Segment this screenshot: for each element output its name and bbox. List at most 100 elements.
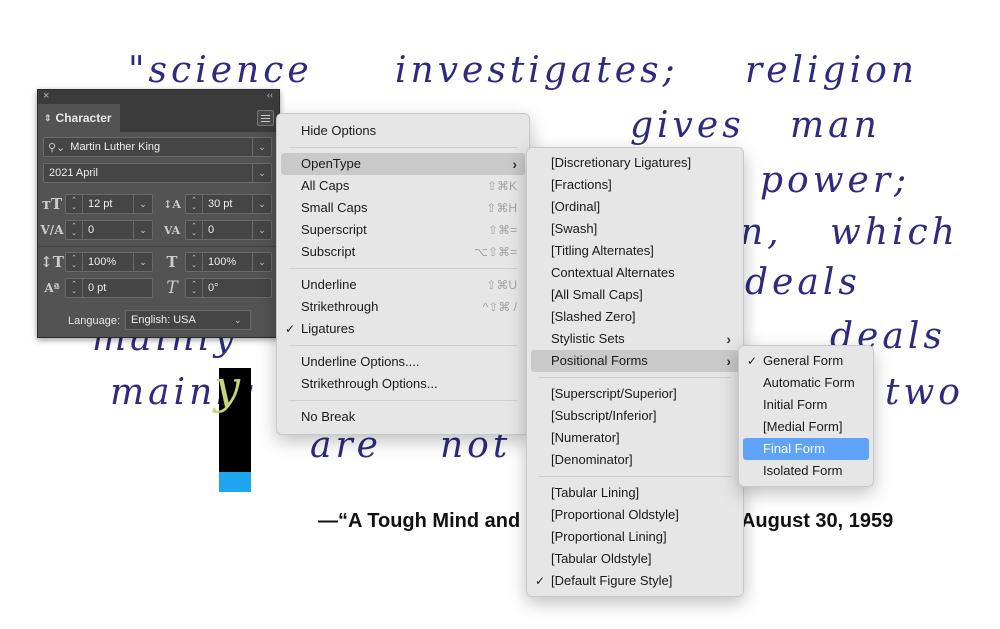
menu-item-label: Final Form bbox=[763, 441, 826, 456]
menu-item-final-form[interactable]: Final Form bbox=[743, 438, 869, 460]
menu-item-automatic-form[interactable]: Automatic Form bbox=[739, 372, 873, 394]
menu-item-strikethrough-options[interactable]: Strikethrough Options... bbox=[277, 373, 529, 395]
menu-item-ordinal[interactable]: [Ordinal] bbox=[527, 196, 743, 218]
tracking-field[interactable]: ⌃ ⌄ 0 ⌄ bbox=[185, 220, 272, 240]
menu-item-initial-form[interactable]: Initial Form bbox=[739, 394, 873, 416]
leading-field[interactable]: ⌃ ⌄ 30 pt ⌄ bbox=[185, 194, 272, 214]
updown-icon: ⇕ bbox=[44, 112, 52, 123]
kerning-field[interactable]: ⌃ ⌄ 0 ⌄ bbox=[65, 220, 153, 240]
menu-item-proportional-lining[interactable]: [Proportional Lining] bbox=[527, 526, 743, 548]
menu-item-titling-alternates[interactable]: [Titling Alternates] bbox=[527, 240, 743, 262]
menu-item-opentype[interactable]: OpenType › bbox=[281, 153, 525, 175]
stepper-icon[interactable]: ⌃ ⌄ bbox=[186, 195, 203, 213]
font-family-field[interactable]: ⚲⌄ Martin Luther King ⌄ bbox=[43, 137, 272, 157]
menu-item-proportional-oldstyle[interactable]: [Proportional Oldstyle] bbox=[527, 504, 743, 526]
divider bbox=[289, 268, 517, 269]
chevron-right-icon: › bbox=[726, 331, 731, 347]
font-size-value: 12 pt bbox=[88, 198, 113, 210]
menu-item-ligatures[interactable]: ✓ Ligatures bbox=[277, 318, 529, 340]
menu-item-small-caps[interactable]: Small Caps ⇧⌘H bbox=[277, 197, 529, 219]
menu-item-fractions[interactable]: [Fractions] bbox=[527, 174, 743, 196]
menu-item-label: Subscript bbox=[301, 244, 356, 259]
stepper-icon[interactable]: ⌃ ⌄ bbox=[66, 195, 83, 213]
menu-item-stylistic-sets[interactable]: Stylistic Sets › bbox=[527, 328, 743, 350]
chevron-down-icon[interactable]: ⌄ bbox=[252, 253, 271, 271]
menu-item-label: Superscript bbox=[301, 222, 367, 237]
menu-item-hide-options[interactable]: Hide Options bbox=[277, 120, 529, 142]
panel-titlebar: × ‹‹ bbox=[38, 90, 279, 104]
menu-item-all-caps[interactable]: All Caps ⇧⌘K bbox=[277, 175, 529, 197]
chevron-down-icon[interactable]: ⌄ bbox=[252, 221, 271, 239]
font-style-value: 2021 April bbox=[49, 167, 98, 179]
chevron-down-icon[interactable]: ⌄ bbox=[252, 138, 271, 156]
skew-field[interactable]: ⌃ ⌄ 0° bbox=[185, 278, 272, 298]
chevron-right-icon: › bbox=[726, 353, 731, 369]
collapse-icon[interactable]: ‹‹ bbox=[267, 90, 273, 100]
menu-item-label: [Discretionary Ligatures] bbox=[551, 155, 692, 170]
language-label: Language: bbox=[68, 315, 120, 327]
stepper-icon[interactable]: ⌃ ⌄ bbox=[66, 279, 83, 297]
menu-item-discretionary-ligatures[interactable]: [Discretionary Ligatures] bbox=[527, 152, 743, 174]
horizontal-scale-value: 100% bbox=[208, 256, 237, 268]
menu-item-default-figure-style[interactable]: ✓ [Default Figure Style] bbox=[527, 570, 743, 592]
panel-flyout-menu: Hide Options OpenType › All Caps ⇧⌘K Small… bbox=[276, 113, 530, 435]
chevron-down-icon[interactable]: ⌄ bbox=[133, 253, 152, 271]
menu-item-subscript-inferior[interactable]: [Subscript/Inferior] bbox=[527, 405, 743, 427]
divider bbox=[38, 246, 279, 247]
panel-menu-icon[interactable] bbox=[257, 110, 274, 126]
script-word: deals bbox=[745, 262, 861, 303]
menu-item-underline-options[interactable]: Underline Options.... bbox=[277, 351, 529, 373]
menu-item-swash[interactable]: [Swash] bbox=[527, 218, 743, 240]
baseline-shift-field[interactable]: ⌃ ⌄ 0 pt bbox=[65, 278, 153, 298]
search-icon: ⚲⌄ bbox=[48, 141, 66, 154]
stepper-icon[interactable]: ⌃ ⌄ bbox=[66, 221, 83, 239]
menu-item-isolated-form[interactable]: Isolated Form bbox=[739, 460, 873, 482]
menu-item-underline[interactable]: Underline ⇧⌘U bbox=[277, 274, 529, 296]
font-family-value: Martin Luther King bbox=[70, 141, 161, 153]
menu-item-numerator[interactable]: [Numerator] bbox=[527, 427, 743, 449]
horizontal-scale-field[interactable]: ⌃ ⌄ 100% ⌄ bbox=[185, 252, 272, 272]
menu-item-label: OpenType bbox=[301, 156, 361, 171]
menu-item-slashed-zero[interactable]: [Slashed Zero] bbox=[527, 306, 743, 328]
menu-item-general-form[interactable]: ✓ General Form bbox=[739, 350, 873, 372]
divider bbox=[289, 147, 517, 148]
leading-value: 30 pt bbox=[208, 198, 233, 210]
positional-forms-submenu: ✓ General Form Automatic Form Initial For… bbox=[738, 345, 874, 487]
chevron-right-icon: › bbox=[512, 156, 517, 172]
script-word: investigates; bbox=[395, 50, 679, 91]
language-select[interactable]: English: USA ⌄ bbox=[125, 310, 251, 330]
panel-tabbar: ⇕ Character bbox=[38, 104, 279, 132]
chevron-down-icon[interactable]: ⌄ bbox=[133, 221, 152, 239]
font-style-field[interactable]: 2021 April ⌄ bbox=[43, 163, 272, 183]
font-size-field[interactable]: ⌃ ⌄ 12 pt ⌄ bbox=[65, 194, 153, 214]
shortcut: ⇧⌘= bbox=[487, 223, 517, 237]
menu-item-subscript[interactable]: Subscript ⌥⇧⌘= bbox=[277, 241, 529, 263]
menu-item-positional-forms[interactable]: Positional Forms › bbox=[531, 350, 739, 372]
menu-item-label: Stylistic Sets bbox=[551, 331, 625, 346]
stepper-icon[interactable]: ⌃ ⌄ bbox=[66, 253, 83, 271]
menu-item-contextual-alternates[interactable]: Contextual Alternates bbox=[527, 262, 743, 284]
tab-character[interactable]: ⇕ Character bbox=[38, 104, 120, 132]
menu-item-superscript-superior[interactable]: [Superscript/Superior] bbox=[527, 383, 743, 405]
chevron-down-icon[interactable]: ⌄ bbox=[252, 195, 271, 213]
menu-item-strikethrough[interactable]: Strikethrough ^⇧⌘ / bbox=[277, 296, 529, 318]
vertical-scale-field[interactable]: ⌃ ⌄ 100% ⌄ bbox=[65, 252, 153, 272]
close-icon[interactable]: × bbox=[43, 90, 49, 102]
menu-item-all-small-caps[interactable]: [All Small Caps] bbox=[527, 284, 743, 306]
menu-item-no-break[interactable]: No Break bbox=[277, 406, 529, 428]
stepper-icon[interactable]: ⌃ ⌄ bbox=[186, 253, 203, 271]
menu-item-label: Initial Form bbox=[763, 397, 828, 412]
stepper-icon[interactable]: ⌃ ⌄ bbox=[186, 279, 203, 297]
chevron-down-icon[interactable]: ⌄ bbox=[252, 164, 271, 182]
menu-item-label: [Titling Alternates] bbox=[551, 243, 654, 258]
attribution-left: —“A Tough Mind and bbox=[318, 510, 521, 532]
horizontal-scale-icon: T bbox=[166, 253, 178, 271]
chevron-down-icon[interactable]: ⌄ bbox=[133, 195, 152, 213]
stepper-icon[interactable]: ⌃ ⌄ bbox=[186, 221, 203, 239]
menu-item-tabular-lining[interactable]: [Tabular Lining] bbox=[527, 482, 743, 504]
menu-item-tabular-oldstyle[interactable]: [Tabular Oldstyle] bbox=[527, 548, 743, 570]
menu-item-medial-form[interactable]: [Medial Form] bbox=[739, 416, 873, 438]
menu-item-superscript[interactable]: Superscript ⇧⌘= bbox=[277, 219, 529, 241]
menu-item-denominator[interactable]: [Denominator] bbox=[527, 449, 743, 471]
menu-item-label: [Numerator] bbox=[551, 430, 620, 445]
